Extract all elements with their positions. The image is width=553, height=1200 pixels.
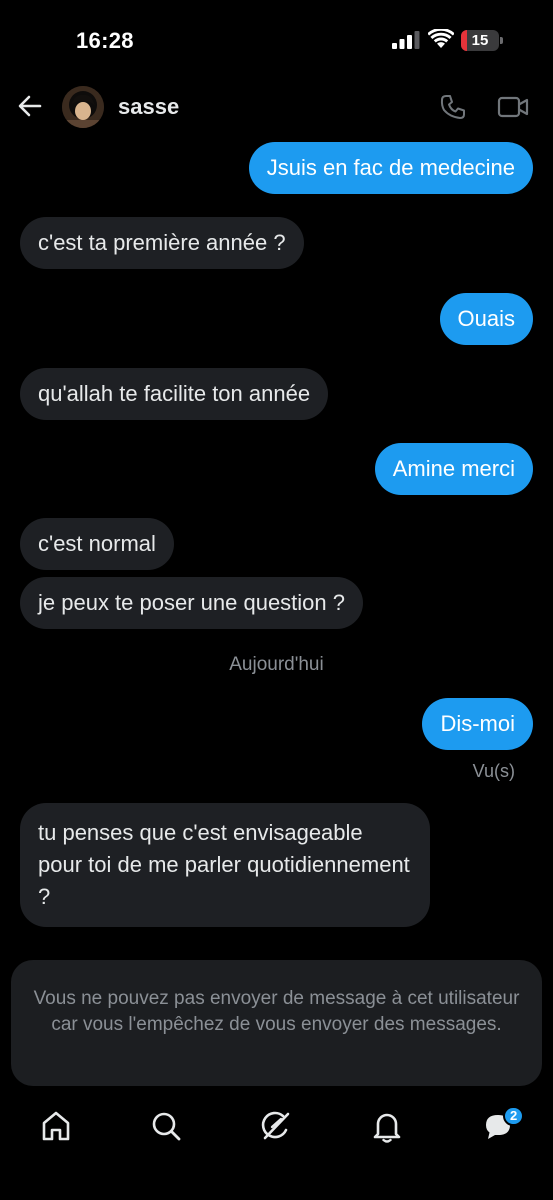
status-bar: 16:28 15 (0, 0, 553, 80)
message-received[interactable]: qu'allah te facilite ton année (20, 368, 329, 420)
message-list[interactable]: Jsuis en fac de medecine c'est ta premiè… (0, 134, 553, 954)
grok-icon[interactable] (258, 1108, 294, 1144)
messages-unread-badge: 2 (503, 1106, 525, 1126)
message-received[interactable]: c'est ta première année ? (20, 217, 304, 269)
battery-indicator: 15 (461, 30, 503, 51)
video-call-icon[interactable] (497, 93, 529, 121)
chat-header: sasse (0, 80, 553, 134)
message-sent[interactable]: Ouais (439, 293, 533, 345)
blocked-notice: Vous ne pouvez pas envoyer de message à … (11, 960, 542, 1086)
avatar-image (62, 86, 104, 128)
home-icon[interactable] (38, 1108, 74, 1144)
back-arrow-icon[interactable] (16, 92, 44, 120)
search-icon[interactable] (148, 1108, 184, 1144)
date-separator: Aujourd'hui (229, 654, 324, 675)
status-time: 16:28 (76, 28, 134, 53)
avatar[interactable] (62, 86, 104, 128)
contact-name[interactable]: sasse (118, 94, 179, 120)
phone-call-icon[interactable] (438, 92, 468, 122)
notifications-bell-icon[interactable] (369, 1108, 405, 1144)
message-received[interactable]: je peux te poser une question ? (20, 577, 364, 629)
message-sent[interactable]: Dis-moi (422, 698, 533, 750)
cellular-signal-icon (392, 31, 420, 49)
seen-receipt: Vu(s) (472, 761, 515, 781)
message-sent[interactable]: Amine merci (374, 443, 533, 495)
message-sent[interactable]: Jsuis en fac de medecine (248, 142, 533, 194)
message-received[interactable]: tu penses que c'est envisageable pour to… (20, 803, 430, 927)
battery-level: 15 (471, 32, 489, 49)
message-received[interactable]: c'est normal (20, 518, 174, 570)
wifi-icon (428, 29, 454, 48)
bottom-tab-bar: 2 (0, 1100, 553, 1200)
